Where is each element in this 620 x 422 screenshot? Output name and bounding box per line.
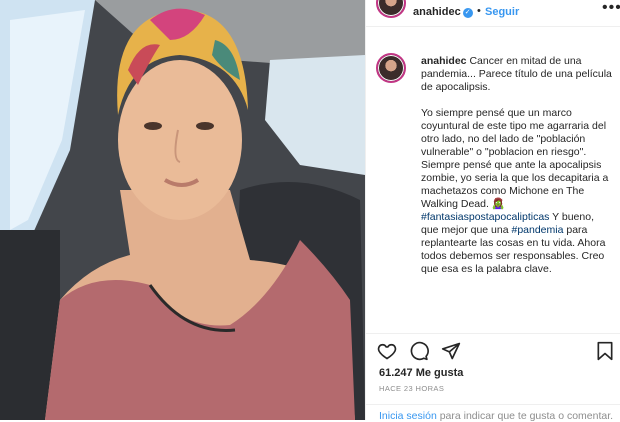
header-username[interactable]: anahidec ✓ bbox=[413, 6, 473, 18]
separator-dot: • bbox=[477, 5, 481, 17]
post-actions bbox=[366, 333, 620, 368]
login-prompt: Inicia sesión para indicar que te gusta … bbox=[366, 404, 620, 422]
instagram-post: anahidec ✓ • Seguir ••• anahidec Cancer e… bbox=[0, 0, 620, 422]
caption-avatar[interactable] bbox=[376, 53, 406, 83]
caption-username[interactable]: anahidec bbox=[421, 55, 469, 67]
caption-segment: Yo siempre pensé que un marco coyuntural… bbox=[421, 107, 609, 210]
heart-icon[interactable] bbox=[377, 341, 397, 361]
post-side-panel: anahidec ✓ • Seguir ••• anahidec Cancer e… bbox=[365, 0, 620, 422]
verified-badge-icon: ✓ bbox=[462, 8, 473, 18]
selfie-image bbox=[0, 0, 365, 420]
login-link[interactable]: Inicia sesión bbox=[379, 410, 437, 422]
post-photo[interactable] bbox=[0, 0, 365, 420]
post-timestamp[interactable]: HACE 23 HORAS bbox=[379, 384, 444, 393]
comment-icon[interactable] bbox=[409, 341, 429, 361]
more-options-icon[interactable]: ••• bbox=[602, 0, 620, 17]
bookmark-icon[interactable] bbox=[595, 341, 615, 361]
post-header: anahidec ✓ • Seguir ••• bbox=[366, 0, 620, 27]
login-prompt-rest: para indicar que te gusta o comentar. bbox=[436, 410, 614, 422]
caption-text: anahidec Cancer en mitad de una pandemia… bbox=[421, 55, 613, 289]
hashtag-link[interactable]: #fantasiaspostapocalipticas bbox=[421, 211, 549, 223]
share-icon[interactable] bbox=[441, 341, 461, 361]
header-avatar[interactable] bbox=[376, 0, 406, 18]
caption-paragraph: anahidec Cancer en mitad de una pandemia… bbox=[421, 55, 613, 94]
hashtag-link[interactable]: #pandemia bbox=[511, 224, 563, 236]
likes-count[interactable]: 61.247 Me gusta bbox=[379, 367, 463, 379]
caption-paragraph: Yo siempre pensé que un marco coyuntural… bbox=[421, 107, 613, 276]
follow-button[interactable]: Seguir bbox=[485, 6, 519, 18]
login-prompt-text: Inicia sesión para indicar que te gusta … bbox=[379, 410, 613, 422]
